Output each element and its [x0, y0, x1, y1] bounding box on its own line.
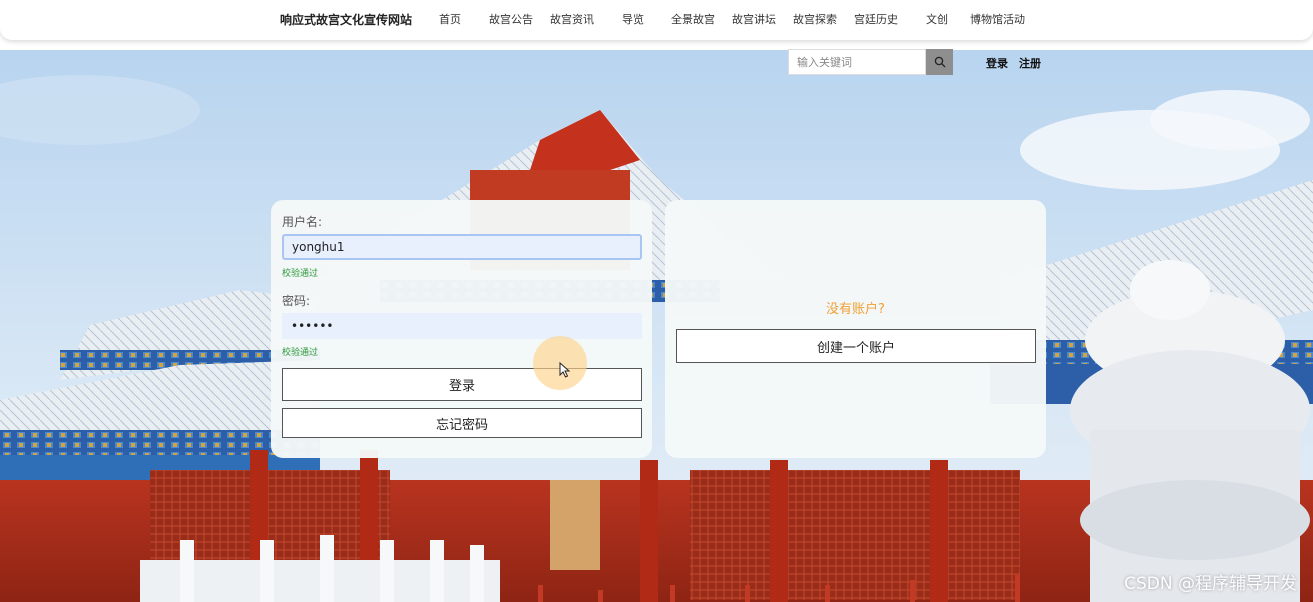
- no-account-prompt: 没有账户?: [826, 302, 885, 317]
- site-title[interactable]: 响应式故宫文化宣传网站: [280, 11, 412, 28]
- watermark: CSDN @程序辅导开发: [1124, 574, 1297, 594]
- nav-item-lectures[interactable]: 故宫讲坛: [732, 11, 776, 27]
- login-button[interactable]: 登录: [282, 368, 642, 401]
- login-panel: 用户名: 校验通过 密码: 校验通过 登录 忘记密码: [271, 200, 652, 458]
- username-input[interactable]: [282, 234, 642, 260]
- search-input[interactable]: [788, 49, 926, 75]
- password-input[interactable]: [282, 313, 642, 339]
- username-label: 用户名:: [282, 215, 323, 229]
- register-link[interactable]: 注册: [1019, 55, 1041, 71]
- hero-background: [0, 50, 1313, 602]
- nav-item-panorama[interactable]: 全景故宫: [671, 11, 715, 27]
- top-navbar: 响应式故宫文化宣传网站 首页 故宫公告 故宫资讯 导览 全景故宫 故宫讲坛 故宫…: [0, 0, 1313, 40]
- palace-image: [0, 50, 1313, 602]
- nav-item-history[interactable]: 宫廷历史: [854, 11, 898, 27]
- nav-item-news[interactable]: 故宫资讯: [550, 11, 594, 27]
- nav-item-home[interactable]: 首页: [439, 11, 461, 27]
- password-validation: 校验通过: [282, 348, 319, 358]
- forgot-password-button[interactable]: 忘记密码: [282, 408, 642, 438]
- mouse-cursor-icon: [559, 362, 571, 378]
- nav-item-explore[interactable]: 故宫探索: [793, 11, 837, 27]
- nav-item-announcements[interactable]: 故宫公告: [489, 11, 533, 27]
- nav-item-guide[interactable]: 导览: [622, 11, 644, 27]
- nav-item-creative[interactable]: 文创: [926, 11, 948, 27]
- nav-item-museum-events[interactable]: 博物馆活动: [970, 11, 1025, 27]
- search-icon: [934, 56, 945, 68]
- create-account-button[interactable]: 创建一个账户: [676, 329, 1036, 363]
- search-button[interactable]: [926, 49, 953, 75]
- signup-panel: 没有账户? 创建一个账户: [665, 200, 1046, 458]
- password-label: 密码:: [282, 294, 311, 308]
- login-link[interactable]: 登录: [986, 55, 1008, 71]
- username-validation: 校验通过: [282, 269, 319, 279]
